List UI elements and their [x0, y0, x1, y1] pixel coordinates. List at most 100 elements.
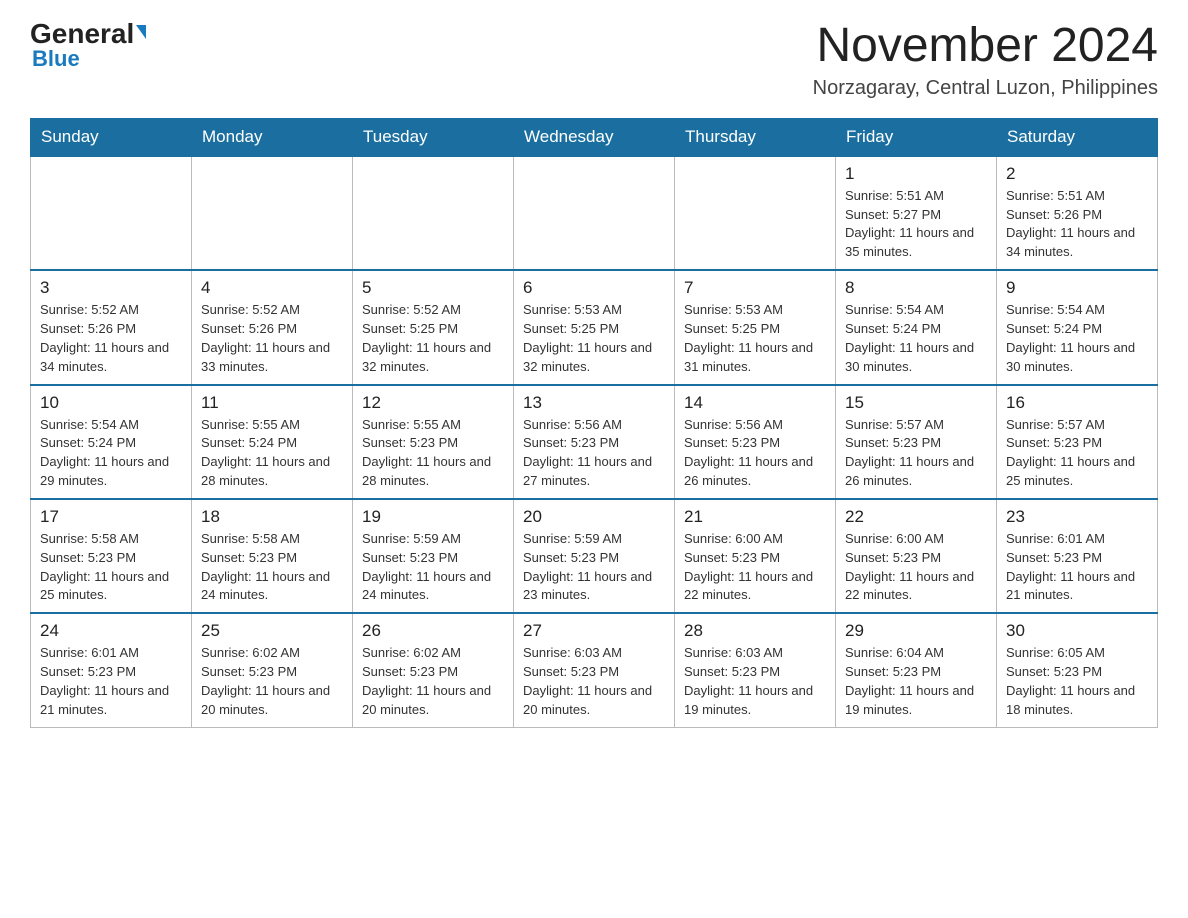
calendar-week-row: 1 Sunrise: 5:51 AM Sunset: 5:27 PM Daylig… — [31, 156, 1158, 270]
day-number: 16 — [1006, 393, 1148, 413]
day-info: Sunrise: 6:05 AM Sunset: 5:23 PM Dayligh… — [1006, 644, 1148, 719]
calendar-day-cell: 23 Sunrise: 6:01 AM Sunset: 5:23 PM Dayli… — [997, 499, 1158, 613]
day-number: 24 — [40, 621, 182, 641]
calendar-day-cell: 24Sunrise: 6:01 AM Sunset: 5:23 PM Dayli… — [31, 613, 192, 727]
day-number: 1 — [845, 164, 987, 184]
day-number: 15 — [845, 393, 987, 413]
day-info: Sunrise: 5:54 AM Sunset: 5:24 PM Dayligh… — [1006, 301, 1148, 376]
header-right: November 2024 Norzagaray, Central Luzon,… — [813, 20, 1158, 100]
month-title: November 2024 — [813, 20, 1158, 73]
calendar-day-cell: 13Sunrise: 5:56 AM Sunset: 5:23 PM Dayli… — [514, 385, 675, 499]
day-info: Sunrise: 5:51 AM Sunset: 5:26 PM Dayligh… — [1006, 187, 1148, 262]
page-header: General Blue November 2024 Norzagaray, C… — [30, 20, 1158, 100]
day-info: Sunrise: 5:57 AM Sunset: 5:23 PM Dayligh… — [845, 416, 987, 491]
calendar-day-cell: 9 Sunrise: 5:54 AM Sunset: 5:24 PM Daylig… — [997, 270, 1158, 384]
logo-blue-text: Blue — [32, 46, 146, 72]
day-info: Sunrise: 5:53 AM Sunset: 5:25 PM Dayligh… — [523, 301, 665, 376]
calendar-day-cell: 18 Sunrise: 5:58 AM Sunset: 5:23 PM Dayli… — [192, 499, 353, 613]
calendar-day-cell: 21 Sunrise: 6:00 AM Sunset: 5:23 PM Dayli… — [675, 499, 836, 613]
day-number: 28 — [684, 621, 826, 641]
day-info: Sunrise: 6:02 AM Sunset: 5:23 PM Dayligh… — [362, 644, 504, 719]
calendar-day-cell: 3Sunrise: 5:52 AM Sunset: 5:26 PM Daylig… — [31, 270, 192, 384]
day-info: Sunrise: 5:51 AM Sunset: 5:27 PM Dayligh… — [845, 187, 987, 262]
day-number: 29 — [845, 621, 987, 641]
day-number: 14 — [684, 393, 826, 413]
day-number: 6 — [523, 278, 665, 298]
logo-triangle-icon — [136, 25, 146, 39]
calendar-day-cell — [514, 156, 675, 270]
day-info: Sunrise: 5:59 AM Sunset: 5:23 PM Dayligh… — [362, 530, 504, 605]
calendar-day-cell: 6 Sunrise: 5:53 AM Sunset: 5:25 PM Daylig… — [514, 270, 675, 384]
day-number: 18 — [201, 507, 343, 527]
day-of-week-header: Friday — [836, 118, 997, 156]
calendar-day-cell: 30Sunrise: 6:05 AM Sunset: 5:23 PM Dayli… — [997, 613, 1158, 727]
day-info: Sunrise: 6:00 AM Sunset: 5:23 PM Dayligh… — [845, 530, 987, 605]
calendar-day-cell: 4 Sunrise: 5:52 AM Sunset: 5:26 PM Daylig… — [192, 270, 353, 384]
calendar-day-cell: 12 Sunrise: 5:55 AM Sunset: 5:23 PM Dayli… — [353, 385, 514, 499]
day-number: 7 — [684, 278, 826, 298]
day-info: Sunrise: 6:03 AM Sunset: 5:23 PM Dayligh… — [684, 644, 826, 719]
day-number: 25 — [201, 621, 343, 641]
calendar-day-cell: 28 Sunrise: 6:03 AM Sunset: 5:23 PM Dayli… — [675, 613, 836, 727]
day-of-week-header: Wednesday — [514, 118, 675, 156]
day-info: Sunrise: 5:52 AM Sunset: 5:26 PM Dayligh… — [201, 301, 343, 376]
day-info: Sunrise: 6:03 AM Sunset: 5:23 PM Dayligh… — [523, 644, 665, 719]
calendar-header-row: SundayMondayTuesdayWednesdayThursdayFrid… — [31, 118, 1158, 156]
day-info: Sunrise: 6:04 AM Sunset: 5:23 PM Dayligh… — [845, 644, 987, 719]
day-info: Sunrise: 6:02 AM Sunset: 5:23 PM Dayligh… — [201, 644, 343, 719]
day-number: 8 — [845, 278, 987, 298]
day-number: 20 — [523, 507, 665, 527]
calendar-day-cell: 1 Sunrise: 5:51 AM Sunset: 5:27 PM Daylig… — [836, 156, 997, 270]
day-number: 26 — [362, 621, 504, 641]
calendar-day-cell: 16 Sunrise: 5:57 AM Sunset: 5:23 PM Dayli… — [997, 385, 1158, 499]
calendar-day-cell — [675, 156, 836, 270]
day-number: 9 — [1006, 278, 1148, 298]
calendar-day-cell: 2Sunrise: 5:51 AM Sunset: 5:26 PM Daylig… — [997, 156, 1158, 270]
day-of-week-header: Saturday — [997, 118, 1158, 156]
day-info: Sunrise: 5:58 AM Sunset: 5:23 PM Dayligh… — [201, 530, 343, 605]
logo: General Blue — [30, 20, 146, 72]
calendar-table: SundayMondayTuesdayWednesdayThursdayFrid… — [30, 118, 1158, 728]
calendar-day-cell: 26 Sunrise: 6:02 AM Sunset: 5:23 PM Dayli… — [353, 613, 514, 727]
calendar-day-cell: 5Sunrise: 5:52 AM Sunset: 5:25 PM Daylig… — [353, 270, 514, 384]
calendar-day-cell: 27 Sunrise: 6:03 AM Sunset: 5:23 PM Dayli… — [514, 613, 675, 727]
day-number: 13 — [523, 393, 665, 413]
day-info: Sunrise: 6:00 AM Sunset: 5:23 PM Dayligh… — [684, 530, 826, 605]
calendar-day-cell: 7Sunrise: 5:53 AM Sunset: 5:25 PM Daylig… — [675, 270, 836, 384]
day-number: 12 — [362, 393, 504, 413]
calendar-day-cell: 20 Sunrise: 5:59 AM Sunset: 5:23 PM Dayli… — [514, 499, 675, 613]
calendar-day-cell: 19Sunrise: 5:59 AM Sunset: 5:23 PM Dayli… — [353, 499, 514, 613]
calendar-week-row: 17 Sunrise: 5:58 AM Sunset: 5:23 PM Dayli… — [31, 499, 1158, 613]
calendar-day-cell: 22 Sunrise: 6:00 AM Sunset: 5:23 PM Dayli… — [836, 499, 997, 613]
day-number: 5 — [362, 278, 504, 298]
calendar-day-cell — [31, 156, 192, 270]
calendar-day-cell: 17Sunrise: 5:58 AM Sunset: 5:23 PM Dayli… — [31, 499, 192, 613]
calendar-day-cell: 8 Sunrise: 5:54 AM Sunset: 5:24 PM Daylig… — [836, 270, 997, 384]
location-title: Norzagaray, Central Luzon, Philippines — [813, 77, 1158, 100]
calendar-day-cell: 29 Sunrise: 6:04 AM Sunset: 5:23 PM Dayli… — [836, 613, 997, 727]
day-of-week-header: Monday — [192, 118, 353, 156]
day-info: Sunrise: 5:57 AM Sunset: 5:23 PM Dayligh… — [1006, 416, 1148, 491]
day-number: 21 — [684, 507, 826, 527]
day-info: Sunrise: 5:56 AM Sunset: 5:23 PM Dayligh… — [684, 416, 826, 491]
day-info: Sunrise: 6:01 AM Sunset: 5:23 PM Dayligh… — [1006, 530, 1148, 605]
day-number: 10 — [40, 393, 182, 413]
day-number: 4 — [201, 278, 343, 298]
day-of-week-header: Thursday — [675, 118, 836, 156]
calendar-week-row: 3Sunrise: 5:52 AM Sunset: 5:26 PM Daylig… — [31, 270, 1158, 384]
day-number: 11 — [201, 393, 343, 413]
day-info: Sunrise: 5:55 AM Sunset: 5:23 PM Dayligh… — [362, 416, 504, 491]
day-info: Sunrise: 5:59 AM Sunset: 5:23 PM Dayligh… — [523, 530, 665, 605]
calendar-day-cell: 15 Sunrise: 5:57 AM Sunset: 5:23 PM Dayli… — [836, 385, 997, 499]
day-number: 23 — [1006, 507, 1148, 527]
calendar-week-row: 10Sunrise: 5:54 AM Sunset: 5:24 PM Dayli… — [31, 385, 1158, 499]
day-number: 17 — [40, 507, 182, 527]
calendar-day-cell: 25 Sunrise: 6:02 AM Sunset: 5:23 PM Dayli… — [192, 613, 353, 727]
day-of-week-header: Tuesday — [353, 118, 514, 156]
calendar-day-cell: 14 Sunrise: 5:56 AM Sunset: 5:23 PM Dayli… — [675, 385, 836, 499]
day-number: 27 — [523, 621, 665, 641]
day-number: 22 — [845, 507, 987, 527]
day-info: Sunrise: 5:54 AM Sunset: 5:24 PM Dayligh… — [845, 301, 987, 376]
day-info: Sunrise: 5:55 AM Sunset: 5:24 PM Dayligh… — [201, 416, 343, 491]
logo-general-text: General — [30, 20, 134, 48]
